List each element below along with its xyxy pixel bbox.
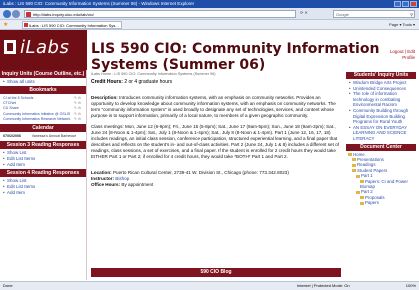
- course-description: Description: Introduces community inform…: [91, 95, 341, 193]
- url-text: http://ilabs.inquiry.uiuc.edu/lab/cio/: [33, 12, 94, 17]
- bookmarks-heading: Bookmarks: [0, 86, 86, 94]
- search-icon[interactable]: ⚲: [410, 11, 413, 18]
- logo-icon: [4, 40, 16, 54]
- document-center-heading: Document Center: [346, 143, 416, 151]
- folder-icon: [360, 201, 364, 205]
- inquiry-unit-link[interactable]: Community Building through Digital Expre…: [349, 108, 415, 125]
- account-links: Logout | Edit Profile: [390, 49, 415, 61]
- ilabs-logo[interactable]: iLabs: [0, 30, 87, 70]
- site-favicon-icon: [26, 12, 31, 17]
- close-button[interactable]: [410, 1, 417, 7]
- show-all-units-link[interactable]: Show all units: [3, 79, 83, 85]
- folder-icon: [348, 152, 352, 156]
- folder-icon: [352, 158, 356, 162]
- browser-tab[interactable]: iLabs : LIS 590 CIO: Community Informati…: [22, 21, 122, 29]
- add-item-link[interactable]: Add Item: [3, 190, 83, 196]
- instructor-link[interactable]: Bishop: [115, 176, 129, 181]
- bookmark-item[interactable]: Community Informatics Research Network ✎ …: [0, 117, 86, 122]
- class-meetings-paragraph: Class meetings: Mon, June 12 (6-9pm); Fr…: [91, 124, 339, 159]
- folder-icon: [360, 196, 364, 200]
- search-placeholder: Google: [336, 12, 349, 17]
- tab-bar: ★ iLabs : LIS 590 CIO: Community Informa…: [0, 20, 419, 30]
- session4-links: Show List Edit List Items Add Item: [0, 177, 86, 197]
- calendar-entry[interactable]: 07/02/2006 Vanessa's Annual Barbecue: [0, 132, 86, 141]
- left-sidebar: Inquiry Units (Course Outline, etc.) Sho…: [0, 70, 87, 280]
- document-tree: Home Presentations Readings Student Pape…: [346, 151, 416, 207]
- minimize-button[interactable]: [394, 1, 401, 7]
- tree-item-papers[interactable]: Papers: [348, 200, 415, 205]
- tab-favicon-icon: [24, 23, 28, 27]
- add-item-link[interactable]: Add Item: [3, 162, 83, 168]
- page-header: iLabs LIS 590 CIO: Community Information…: [0, 30, 419, 73]
- security-zone[interactable]: Internet | Protected Mode: On: [297, 282, 350, 290]
- description-text: Introduces community information systems…: [91, 95, 336, 118]
- search-field[interactable]: Google ⚲: [333, 10, 415, 18]
- students-inquiry-list: Wisdom Bridge Arts Project Unintended Co…: [346, 79, 416, 144]
- office-hours-value: By appointment: [121, 182, 154, 187]
- status-bar: Done Internet | Protected Mode: On 100%: [0, 281, 419, 290]
- back-button[interactable]: [3, 10, 11, 18]
- zoom-level[interactable]: 100%: [406, 282, 416, 290]
- description-paragraph: Description: Introduces community inform…: [91, 95, 341, 119]
- folder-icon: [352, 169, 356, 173]
- status-text: Done: [3, 283, 13, 288]
- course-details: Location: Puerto Rican Cultural Center, …: [91, 170, 341, 188]
- url-field[interactable]: http://ilabs.inquiry.uiuc.edu/lab/cio/: [24, 10, 296, 18]
- window-controls: [394, 0, 419, 8]
- inquiry-units-list: Show all units: [0, 78, 86, 86]
- inquiry-units-heading: Inquiry Units (Course Outline, etc.): [0, 70, 86, 78]
- tab-label: iLabs : LIS 590 CIO: Community Informati…: [29, 23, 119, 28]
- credit-value: 2 or 4 graduate hours: [124, 79, 173, 85]
- credit-hours: Credit Hours: 2 or 4 graduate hours: [91, 79, 172, 85]
- credit-label: Credit Hours:: [91, 79, 123, 85]
- instructor-label: Instructor:: [91, 176, 114, 181]
- folder-icon: [356, 190, 360, 194]
- window-title: iLabs : LIS 590 CIO: Community Informati…: [3, 1, 195, 6]
- favorites-star-icon[interactable]: ★: [3, 21, 8, 28]
- window-title-bar: iLabs : LIS 590 CIO: Community Informati…: [0, 0, 419, 8]
- calendar-event[interactable]: Vanessa's Annual Barbecue: [25, 134, 83, 139]
- inquiry-unit-link[interactable]: AN ESSAY ON EVERYDAY LEARNING AND SCIENC…: [349, 125, 415, 142]
- folder-icon: [360, 179, 364, 183]
- description-label: Description:: [91, 95, 118, 100]
- tree-item-papers-ci[interactable]: Papers: CI and Power Biomap: [348, 179, 415, 190]
- breadcrumb[interactable]: iLabs Home : LIS 590 CIO: Community Info…: [91, 72, 216, 76]
- edit-delete-icon[interactable]: ✎ ⊖: [74, 117, 83, 122]
- location-value: Puerto Rican Cultural Center, 2739-41 W.…: [112, 170, 289, 175]
- session3-heading: Session 3 Reading Responses: [0, 140, 86, 149]
- blog-heading[interactable]: 590 CIO Blog: [91, 268, 341, 277]
- page-title: LIS 590 CIO: Community Information Syste…: [91, 41, 380, 73]
- maximize-button[interactable]: [402, 1, 409, 7]
- forward-button[interactable]: [12, 10, 20, 18]
- profile-link[interactable]: Profile: [390, 55, 415, 61]
- session4-heading: Session 4 Reading Responses: [0, 168, 86, 177]
- location-label: Location:: [91, 170, 112, 175]
- logo-text: iLabs: [20, 37, 70, 58]
- address-bar: http://ilabs.inquiry.uiuc.edu/lab/cio/ ⟳…: [0, 8, 419, 20]
- session3-links: Show List Edit List Items Add Item: [0, 149, 86, 169]
- folder-icon: [352, 163, 356, 167]
- bookmarks-list: CI at the 5 Schools ✎ ⊖ CTCNet ✎ ⊖ CU Shar…: [0, 94, 86, 124]
- students-inquiry-heading: Students' Inquiry Units: [346, 72, 416, 79]
- inquiry-unit-link[interactable]: The role of information technology in co…: [349, 91, 415, 108]
- office-hours-label: Office Hours:: [91, 182, 121, 187]
- calendar-date: 07/02/2006: [3, 134, 21, 139]
- right-sidebar: Students' Inquiry Units Wisdom Bridge Ar…: [346, 72, 416, 282]
- calendar-heading: Calendar: [0, 124, 86, 133]
- toolbar-menus[interactable]: Page ▾ Tools ▾: [389, 21, 415, 29]
- refresh-stop-icon[interactable]: ⟳ ✕: [300, 10, 318, 18]
- folder-icon: [356, 174, 360, 178]
